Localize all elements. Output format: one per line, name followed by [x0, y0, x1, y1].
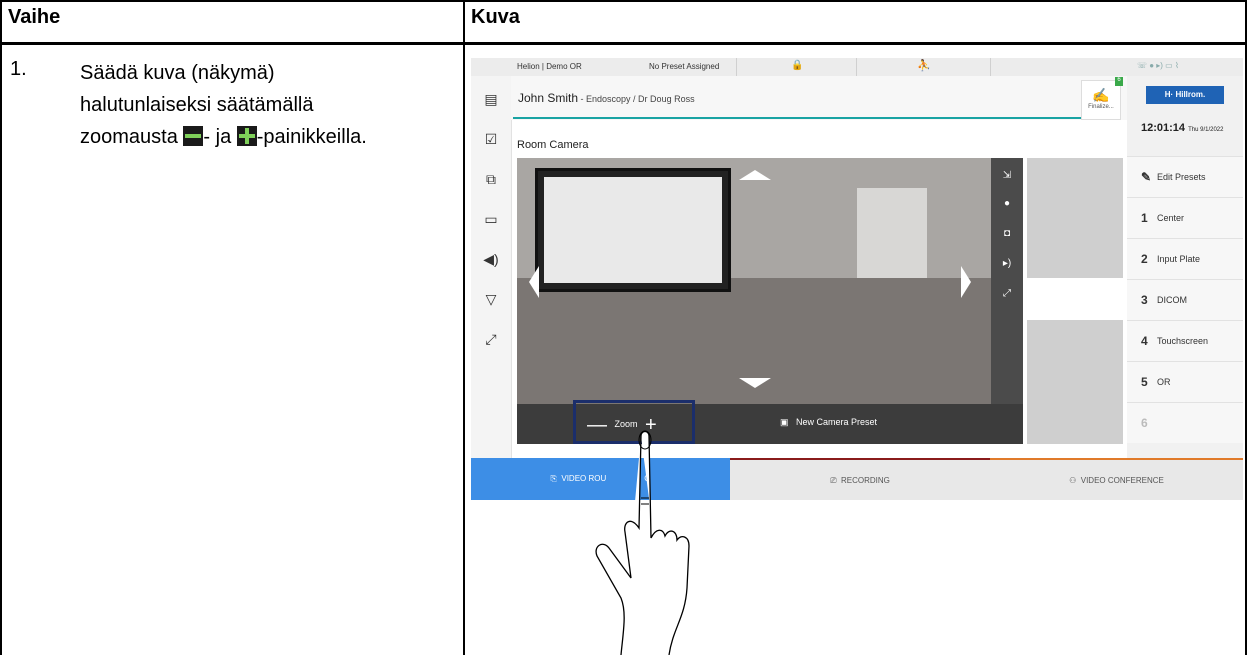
display-icon[interactable]: ▭ [482, 210, 500, 228]
preset-num: 5 [1141, 375, 1148, 389]
step-number: 1. [10, 58, 27, 80]
expand-icon[interactable]: ⤢ [999, 288, 1015, 299]
top-status-bar: Helion | Demo OR No Preset Assigned 🔒 ⛹ … [471, 58, 1243, 76]
preset-label: DICOM [1157, 295, 1187, 305]
pencil-icon: ✎ [1141, 170, 1152, 184]
step-text-mid: - ja [203, 126, 232, 148]
preset-num: 2 [1141, 252, 1148, 266]
zoom-plus-icon [236, 126, 257, 146]
preset-status: No Preset Assigned [649, 62, 720, 71]
user-icon[interactable]: ⛹ [856, 58, 991, 76]
preset-5[interactable]: 5 OR [1127, 361, 1243, 402]
brand-name: Hillrom. [1175, 90, 1206, 99]
source-thumbnail[interactable] [1027, 320, 1123, 444]
step-text-after: -painikkeilla. [256, 126, 367, 148]
finalize-icon: ✍ [1092, 87, 1110, 103]
brand-logo-icon: H· [1164, 90, 1174, 99]
speaker-icon[interactable]: ◀) [482, 250, 500, 268]
column-header-step: Vaihe [8, 6, 61, 28]
location-label: Helion | Demo OR [517, 62, 582, 71]
minimize-icon[interactable]: ⇲ [999, 170, 1015, 181]
step-instruction: Säädä kuva (näkymä) halutunlaiseksi säät… [80, 57, 380, 153]
patient-detail: - Endoscopy / Dr Doug Ross [578, 94, 695, 104]
preset-num: 3 [1141, 293, 1148, 307]
save-icon: ▣ [780, 417, 789, 427]
brand-logo: H· Hillrom. [1146, 86, 1224, 104]
patient-name: John Smith - Endoscopy / Dr Doug Ross [518, 91, 695, 105]
light-icon[interactable]: ▽ [482, 290, 500, 308]
lock-icon[interactable]: 🔒 [736, 58, 857, 76]
preset-6[interactable]: 6 [1127, 402, 1243, 443]
left-toolbar: ▤ ☑ ⧉ ▭ ◀) ▽ ⤢ [471, 76, 512, 458]
room-camera-title: Room Camera [517, 139, 589, 151]
checklist-icon[interactable]: ☑ [482, 130, 500, 148]
patient-header: John Smith - Endoscopy / Dr Doug Ross [511, 76, 1127, 120]
finalize-badge: 6 [1115, 77, 1123, 86]
preset-3[interactable]: 3 DICOM [1127, 279, 1243, 320]
preset-label: OR [1157, 377, 1171, 387]
source-thumbnail[interactable] [1027, 158, 1123, 278]
conference-icon: ⚇ [1069, 476, 1077, 485]
pan-right-arrow-icon[interactable] [961, 266, 971, 298]
status-icons: ☏ ● ▸) ▭ ⌇ [990, 58, 1243, 76]
routing-icon: ⎘ [550, 474, 557, 483]
pointing-hand-icon [595, 430, 690, 655]
preset-label: Input Plate [1157, 254, 1201, 264]
patient-divider [513, 117, 1109, 119]
preset-label: Touchscreen [1157, 336, 1209, 346]
pan-up-arrow-icon[interactable] [739, 170, 771, 180]
zoom-minus-icon [183, 126, 204, 146]
stream-icon[interactable]: ▸) [999, 258, 1015, 269]
preset-label: Edit Presets [1157, 172, 1206, 182]
patient-card-icon[interactable]: ▤ [482, 90, 500, 108]
clock: 12:01:14 Thu 9/1/2022 [1141, 122, 1223, 134]
preset-num: 6 [1141, 416, 1148, 430]
clock-time: 12:01:14 [1141, 122, 1186, 134]
record-dot-icon[interactable]: ● [999, 198, 1015, 209]
column-header-image: Kuva [471, 6, 520, 28]
camera-side-toolbar: ⇲ ● ◘ ▸) ⤢ [991, 158, 1023, 444]
tab-label: RECORDING [840, 476, 890, 485]
preset-label: Center [1157, 213, 1185, 223]
tab-video-conference[interactable]: ⚇ VIDEO CONFERENCE [990, 458, 1243, 500]
clock-date: Thu 9/1/2022 [1188, 127, 1224, 133]
pan-left-arrow-icon[interactable] [529, 266, 539, 298]
preset-1[interactable]: 1 Center [1127, 197, 1243, 238]
ui-screenshot: Helion | Demo OR No Preset Assigned 🔒 ⛹ … [471, 58, 1243, 655]
preset-2[interactable]: 2 Input Plate [1127, 238, 1243, 279]
finalize-label: Finalize... [1088, 104, 1114, 110]
tab-recording[interactable]: ⎚ RECORDING [730, 458, 990, 500]
preset-num: 1 [1141, 211, 1148, 225]
preset-num: 4 [1141, 334, 1148, 348]
fullscreen-icon[interactable]: ⤢ [482, 330, 500, 348]
camera-cabinet [857, 188, 927, 278]
new-camera-preset-button[interactable]: ▣ New Camera Preset [780, 417, 877, 428]
tab-label: VIDEO CONFERENCE [1080, 476, 1164, 485]
snapshot-icon[interactable]: ◘ [999, 228, 1015, 239]
camera-monitor [535, 168, 731, 292]
camera-view[interactable]: ⇲ ● ◘ ▸) ⤢ — Zoom + ▣ New Camera Preset [517, 158, 1023, 444]
edit-presets-button[interactable]: ✎ Edit Presets [1127, 156, 1243, 197]
finalize-button[interactable]: ✍ Finalize... 6 [1081, 77, 1123, 120]
new-preset-label: New Camera Preset [796, 417, 878, 427]
pan-down-arrow-icon[interactable] [739, 378, 771, 388]
right-panel: H· Hillrom. 12:01:14 Thu 9/1/2022 ✎ Edit … [1127, 76, 1243, 458]
preset-4[interactable]: 4 Touchscreen [1127, 320, 1243, 361]
recording-icon: ⎚ [830, 476, 837, 485]
layout-icon[interactable]: ⧉ [482, 170, 500, 188]
